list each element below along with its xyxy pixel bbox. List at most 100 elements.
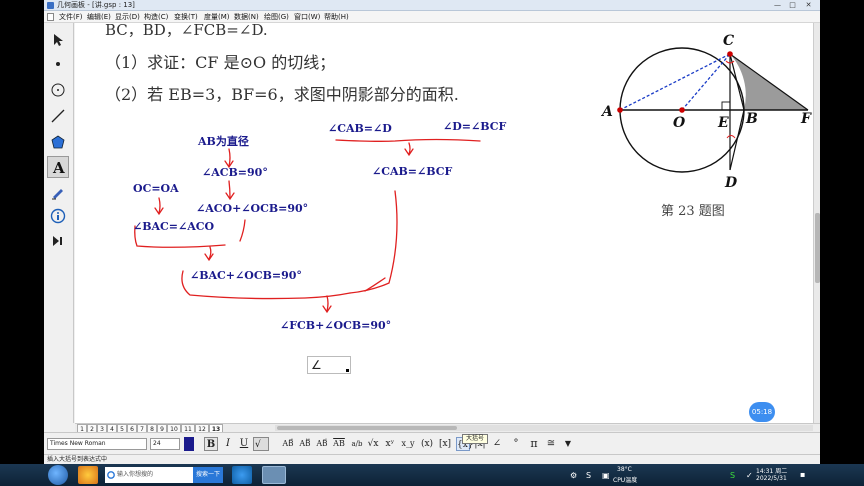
menu-data[interactable]: 数据(N) — [234, 11, 259, 23]
tray-app-icon[interactable]: ▣ — [602, 471, 610, 480]
segment-button[interactable]: AB — [331, 437, 347, 451]
cpu-temperature-label: CPU温度 — [613, 477, 638, 484]
menu-transform[interactable]: 变换(T) — [174, 11, 198, 23]
fraction-button[interactable]: a/b — [350, 437, 364, 451]
marker-tool[interactable] — [47, 181, 69, 203]
math-symbol-icon: √ — [255, 439, 261, 450]
more-symbols-dropdown[interactable]: ▼ — [562, 437, 574, 451]
text-color-swatch[interactable] — [184, 437, 194, 451]
maximize-button[interactable]: □ — [786, 1, 799, 9]
note-cab-bcf: ∠CAB=∠BCF — [372, 165, 453, 178]
pi-button[interactable]: π — [528, 437, 540, 451]
taskbar-search-button[interactable]: 搜索一下 — [193, 467, 223, 483]
note-bac-ocb: ∠BAC+∠OCB=90° — [190, 269, 302, 282]
vector-button[interactable]: AB⃗ — [280, 437, 296, 451]
ray-button[interactable]: AB⃑ — [314, 437, 330, 451]
clock-date[interactable]: 2022/5/31 — [756, 475, 787, 482]
custom-tool[interactable] — [47, 230, 69, 252]
tray-security-icon[interactable]: ⚙ — [570, 471, 577, 480]
menu-bar: 文件(F) 编辑(E) 显示(D) 构造(C) 变换(T) 度量(M) 数据(N… — [44, 11, 820, 23]
cpu-temperature: 38°C — [617, 466, 632, 473]
menu-display[interactable]: 显示(D) — [115, 11, 140, 23]
menu-measure[interactable]: 度量(M) — [204, 11, 230, 23]
superscript-button[interactable]: xʸ — [383, 437, 397, 451]
taskbar-search-input[interactable]: 输入你想搜的 — [105, 467, 193, 483]
degree-button[interactable]: ° — [510, 437, 522, 451]
geometry-app-taskbar-icon[interactable] — [262, 466, 286, 484]
italic-button[interactable]: I — [221, 437, 235, 451]
underline-button[interactable]: U — [237, 437, 251, 451]
subscript-button[interactable]: x_y — [400, 437, 416, 451]
compass-tool[interactable] — [47, 79, 69, 101]
brackets-button[interactable]: [x] — [438, 437, 452, 451]
ie-icon — [107, 471, 115, 479]
parentheses-button[interactable]: (x) — [420, 437, 434, 451]
app-window: 几何画板 - [讲.gsp : 13] — □ ✕ 文件(F) 编辑(E) 显示… — [44, 0, 820, 464]
horizontal-scrollbar[interactable] — [275, 425, 813, 431]
arrow-tool[interactable] — [47, 29, 69, 51]
tray-notification-icon[interactable]: ▪ — [800, 470, 805, 479]
custom-tool-icon — [53, 236, 62, 246]
font-family-select[interactable]: Times New Roman — [47, 438, 147, 450]
tray-check-icon[interactable]: ✓ — [746, 471, 753, 480]
text-tool[interactable]: A — [47, 156, 69, 178]
vertical-scrollbar[interactable] — [813, 23, 820, 423]
line-button[interactable]: AB⃡ — [297, 437, 313, 451]
page-tabs-bar: 1 2 3 4 5 6 7 8 9 10 11 12 13 — [75, 423, 820, 433]
note-acb-90: ∠ACB=90° — [202, 166, 268, 179]
menu-file[interactable]: 文件(F) — [59, 11, 83, 23]
text-format-toolbar: Times New Roman 24 B I U √ AB⃗ AB⃡ AB⃑ A… — [44, 432, 820, 454]
menu-graph[interactable]: 绘图(G) — [264, 11, 289, 23]
resize-handle[interactable] — [346, 369, 349, 372]
menu-construct[interactable]: 构造(C) — [144, 11, 168, 23]
start-button[interactable] — [48, 465, 68, 485]
point-tool[interactable] — [47, 53, 69, 75]
congruent-button[interactable]: ≅ — [545, 437, 557, 451]
note-aco-ocb: ∠ACO+∠OCB=90° — [196, 202, 309, 215]
menu-edit[interactable]: 编辑(E) — [87, 11, 111, 23]
svg-text:√: √ — [255, 439, 261, 448]
close-button[interactable]: ✕ — [802, 1, 815, 9]
polygon-icon — [51, 135, 65, 149]
toolbox: A — [44, 23, 74, 423]
screen: 几何画板 - [讲.gsp : 13] — □ ✕ 文件(F) 编辑(E) 显示… — [0, 0, 864, 486]
horizontal-scroll-thumb[interactable] — [277, 426, 457, 430]
information-tool[interactable] — [47, 205, 69, 227]
tray-green-icon[interactable]: S — [730, 471, 735, 480]
braces-tooltip: 大括号 — [462, 434, 489, 444]
polygon-tool[interactable] — [47, 131, 69, 153]
sketch-canvas[interactable]: BC，BD，∠FCB=∠D. （1）求证：CF 是⊙O 的切线； （2）若 EB… — [75, 23, 813, 423]
font-size-select[interactable]: 24 — [150, 438, 180, 450]
document-icon — [47, 13, 54, 21]
recording-timer[interactable]: 05:18 — [749, 402, 775, 422]
vertical-scroll-thumb[interactable] — [815, 213, 820, 283]
internet-explorer-icon[interactable] — [232, 466, 252, 484]
expression-input-box[interactable]: ∠ — [307, 356, 351, 374]
app-icon — [47, 2, 54, 9]
clock-time[interactable]: 14:31 周二 — [756, 466, 787, 475]
tray-sogou-icon[interactable]: S — [586, 471, 591, 480]
math-format-toggle[interactable]: √ — [253, 437, 269, 451]
sqrt-button[interactable]: √x — [366, 437, 380, 451]
title-bar: 几何画板 - [讲.gsp : 13] — □ ✕ — [44, 0, 820, 11]
straightedge-tool[interactable] — [47, 105, 69, 127]
menu-window[interactable]: 窗口(W) — [294, 11, 320, 23]
svg-text:A: A — [52, 159, 65, 175]
bold-button[interactable]: B — [204, 437, 218, 451]
menu-help[interactable]: 帮助(H) — [324, 11, 349, 23]
arrow-select-icon — [54, 34, 63, 46]
straightedge-icon — [51, 109, 65, 123]
note-cab-d: ∠CAB=∠D — [328, 122, 392, 135]
expression-input-text: ∠ — [311, 358, 322, 372]
point-icon — [56, 62, 60, 66]
note-d-bcf: ∠D=∠BCF — [443, 120, 507, 133]
angle-button[interactable]: ∠ — [491, 437, 503, 451]
status-bar: 插入大括号到表达式中 — [44, 454, 820, 464]
marker-pen-icon — [52, 189, 63, 200]
text-A-icon: A — [52, 159, 65, 175]
minimize-button[interactable]: — — [771, 1, 784, 9]
taskbar: 输入你想搜的 搜索一下 ⚙ S ▣ 38°C CPU温度 S ✓ 14:31 周… — [0, 464, 864, 486]
window-title: 几何画板 - [讲.gsp : 13] — [57, 1, 135, 9]
note-oc-oa: OC=OA — [133, 182, 179, 195]
browser-app-icon[interactable] — [78, 466, 98, 484]
